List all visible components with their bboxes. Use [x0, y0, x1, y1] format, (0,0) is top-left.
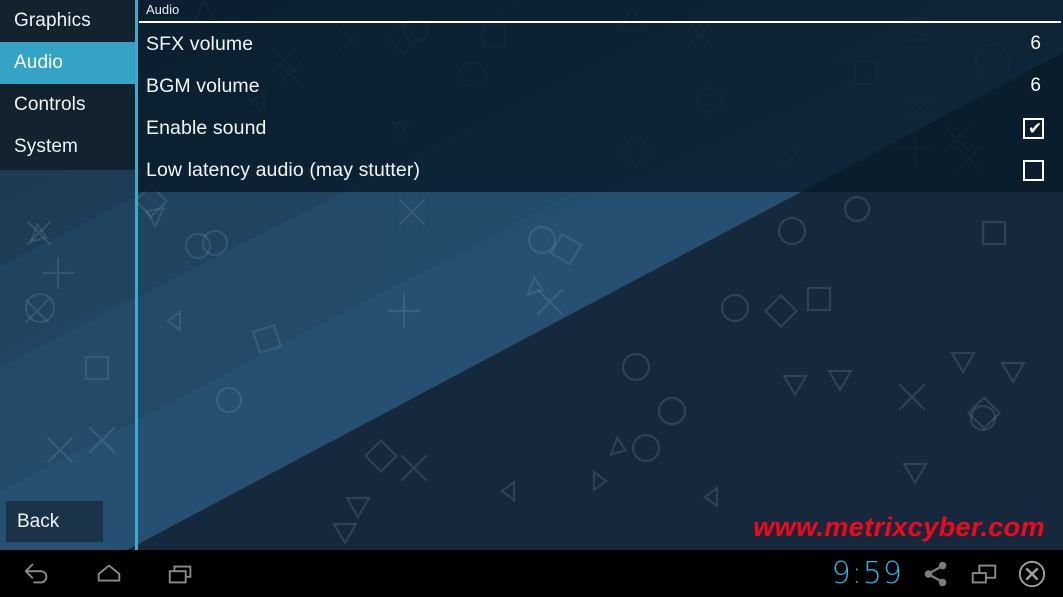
back-button[interactable]: Back: [6, 501, 103, 542]
setting-row-bgm-volume[interactable]: BGM volume 6: [138, 65, 1063, 107]
sidebar-divider: [135, 0, 138, 550]
home-icon[interactable]: [94, 559, 124, 589]
android-navigation-bar: 9:59: [0, 550, 1063, 597]
sidebar-item-graphics[interactable]: Graphics: [0, 0, 135, 42]
setting-label: Low latency audio (may stutter): [146, 158, 421, 181]
screen: Graphics Audio Controls System Back Audi…: [0, 0, 1063, 597]
nav-left-group: [0, 559, 196, 589]
setting-row-sfx-volume[interactable]: SFX volume 6: [138, 23, 1063, 65]
close-circle-icon[interactable]: [1017, 559, 1047, 589]
setting-row-enable-sound[interactable]: Enable sound ✔: [138, 107, 1063, 149]
setting-row-low-latency-audio[interactable]: Low latency audio (may stutter): [138, 149, 1063, 191]
site-watermark: www.metrixcyber.com: [753, 512, 1045, 542]
settings-sidebar: Graphics Audio Controls System: [0, 0, 135, 170]
share-icon[interactable]: [921, 559, 951, 589]
audio-settings-panel: Audio SFX volume 6 BGM volume 6 Enable s…: [138, 0, 1063, 192]
back-arrow-icon[interactable]: [22, 559, 52, 589]
multi-window-icon[interactable]: [969, 559, 999, 589]
sidebar-item-controls[interactable]: Controls: [0, 84, 135, 126]
panel-title: Audio: [146, 2, 180, 17]
setting-label: BGM volume: [146, 74, 260, 97]
bgm-volume-value[interactable]: 6: [1030, 75, 1051, 97]
low-latency-audio-checkbox[interactable]: [1023, 159, 1044, 181]
nav-right-group: 9:59: [832, 556, 1063, 591]
sidebar-item-audio[interactable]: Audio: [0, 42, 135, 84]
setting-label: Enable sound: [146, 116, 267, 139]
checkmark-icon: ✔: [1028, 118, 1043, 138]
recent-apps-icon[interactable]: [166, 559, 196, 589]
status-clock: 9:59: [831, 556, 903, 591]
sidebar-item-system[interactable]: System: [0, 126, 135, 168]
sfx-volume-value[interactable]: 6: [1030, 33, 1051, 55]
setting-label: SFX volume: [146, 32, 254, 55]
enable-sound-checkbox[interactable]: ✔: [1023, 117, 1044, 139]
